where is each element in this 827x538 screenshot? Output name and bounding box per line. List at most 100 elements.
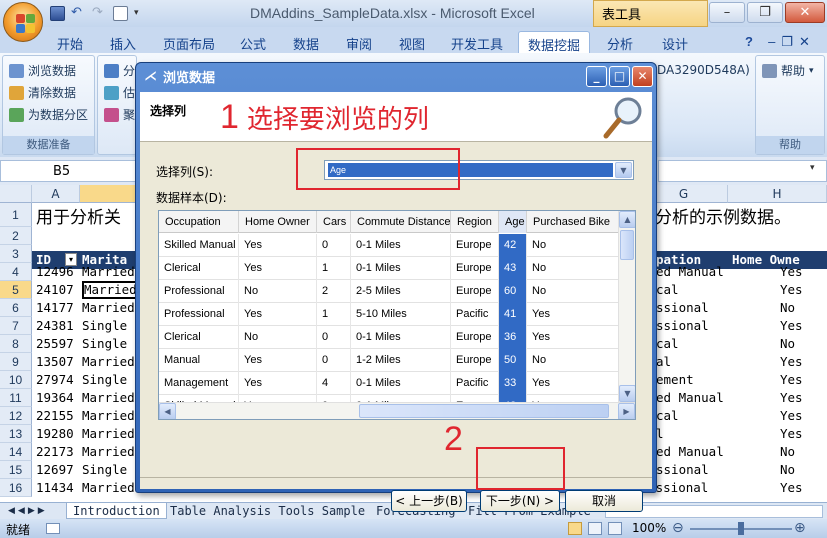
- help-icon[interactable]: ?: [740, 31, 758, 53]
- row-header[interactable]: 8: [0, 335, 32, 353]
- scroll-left-icon[interactable]: ◀: [159, 403, 176, 419]
- restore-button[interactable]: ❐: [747, 2, 783, 23]
- sample-column-header[interactable]: Occupation: [159, 211, 239, 233]
- vertical-scroll-thumb[interactable]: [620, 230, 634, 260]
- normal-view-icon[interactable]: [568, 522, 582, 535]
- cell-home-owner[interactable]: Yes: [780, 281, 820, 299]
- row-header[interactable]: 2: [0, 227, 32, 245]
- cell-home-owner[interactable]: No: [780, 335, 820, 353]
- cell-id[interactable]: 11434: [36, 479, 80, 497]
- cell-occupation[interactable]: l: [656, 425, 728, 443]
- cell-occupation[interactable]: ed Manual: [656, 263, 728, 281]
- cell-occupation[interactable]: cal: [656, 407, 728, 425]
- row-header[interactable]: 3: [0, 245, 32, 263]
- save-icon[interactable]: [50, 5, 65, 21]
- close-button[interactable]: ✕: [785, 2, 825, 23]
- tab-view[interactable]: 视图: [392, 31, 432, 53]
- scroll-up-icon[interactable]: ▲: [619, 211, 635, 228]
- tab-review[interactable]: 审阅: [339, 31, 379, 53]
- cell-occupation[interactable]: ssional: [656, 317, 728, 335]
- formula-input[interactable]: [658, 160, 827, 182]
- next-button[interactable]: 下一步(N) >: [480, 490, 560, 512]
- macro-record-icon[interactable]: [46, 523, 60, 534]
- cell-occupation[interactable]: ssional: [656, 461, 728, 479]
- cell-id[interactable]: 24107: [36, 281, 80, 299]
- zoom-out-icon[interactable]: ⊖: [672, 520, 684, 536]
- horizontal-scroll-thumb[interactable]: [359, 404, 609, 418]
- zoom-in-icon[interactable]: ⊕: [794, 520, 806, 536]
- dialog-maximize-button[interactable]: □: [609, 66, 630, 87]
- classify-button[interactable]: 分: [104, 62, 135, 79]
- undo-icon[interactable]: ↶: [71, 5, 86, 21]
- sheet-nav-arrows[interactable]: ◀◀▶▶: [2, 503, 54, 519]
- chevron-down-icon[interactable]: ▼: [615, 162, 632, 178]
- cell-home-owner[interactable]: Yes: [780, 353, 820, 371]
- sample-column-header[interactable]: Purchased Bike: [527, 211, 621, 233]
- estimate-button[interactable]: 估: [104, 84, 135, 101]
- cell-id[interactable]: 25597: [36, 335, 80, 353]
- zoom-level[interactable]: 100%: [632, 521, 666, 535]
- page-break-view-icon[interactable]: [608, 522, 622, 535]
- back-button[interactable]: < 上一步(B): [391, 490, 467, 512]
- cell-marital[interactable]: Married: [82, 425, 140, 443]
- dialog-close-button[interactable]: ✕: [632, 66, 653, 87]
- redo-icon[interactable]: ↷: [92, 5, 107, 21]
- cell-home-owner[interactable]: No: [780, 461, 820, 479]
- cell-marital[interactable]: Married: [82, 263, 140, 281]
- cell-id[interactable]: 27974: [36, 371, 80, 389]
- cell-home-owner[interactable]: No: [780, 443, 820, 461]
- tab-developer[interactable]: 开发工具: [445, 31, 509, 53]
- cell-home-owner[interactable]: Yes: [780, 479, 820, 497]
- sample-vertical-scrollbar[interactable]: ▲ ▼: [618, 211, 635, 402]
- cell-id[interactable]: 24381: [36, 317, 80, 335]
- tab-analyze[interactable]: 分析: [600, 31, 640, 53]
- row-header[interactable]: 6: [0, 299, 32, 317]
- cell-home-owner[interactable]: Yes: [780, 407, 820, 425]
- sample-column-header[interactable]: Home Owner: [239, 211, 317, 233]
- scroll-down-icon[interactable]: ▼: [619, 385, 635, 402]
- cell-marital[interactable]: Married: [82, 443, 140, 461]
- row-header[interactable]: 13: [0, 425, 32, 443]
- customize-qat-icon[interactable]: ▾: [134, 6, 149, 21]
- cell-home-owner[interactable]: Yes: [780, 371, 820, 389]
- row-header[interactable]: 10: [0, 371, 32, 389]
- cell-occupation[interactable]: ed Manual: [656, 443, 728, 461]
- cell-occupation[interactable]: ement: [656, 371, 728, 389]
- cell-marital[interactable]: Married: [82, 299, 140, 317]
- row-header[interactable]: 15: [0, 461, 32, 479]
- row-header[interactable]: 11: [0, 389, 32, 407]
- expand-formula-icon[interactable]: ▾: [810, 163, 815, 173]
- cell-id[interactable]: 19364: [36, 389, 80, 407]
- cell-home-owner[interactable]: Yes: [780, 389, 820, 407]
- row-header[interactable]: 14: [0, 443, 32, 461]
- explore-data-button[interactable]: 浏览数据: [9, 62, 76, 79]
- tab-page-layout[interactable]: 页面布局: [158, 31, 220, 53]
- select-all-corner[interactable]: [0, 185, 32, 203]
- clean-data-button[interactable]: 清除数据: [9, 84, 76, 101]
- cell-id[interactable]: 22173: [36, 443, 80, 461]
- office-button[interactable]: [3, 2, 43, 42]
- cell-marital[interactable]: Single: [82, 335, 140, 353]
- cell-id[interactable]: 12496: [36, 263, 80, 281]
- row-header[interactable]: 4: [0, 263, 32, 281]
- cell-id[interactable]: 22155: [36, 407, 80, 425]
- row-header[interactable]: 7: [0, 317, 32, 335]
- cell-marital[interactable]: Married: [82, 281, 140, 299]
- cell-id[interactable]: 19280: [36, 425, 80, 443]
- tab-home[interactable]: 开始: [50, 31, 90, 53]
- cell-id[interactable]: 12697: [36, 461, 80, 479]
- ribbon-window-controls[interactable]: –❐✕: [762, 31, 822, 53]
- sample-column-header[interactable]: Region: [451, 211, 499, 233]
- minimize-button[interactable]: –: [709, 2, 745, 23]
- cell-marital[interactable]: Single: [82, 317, 140, 335]
- cell-occupation[interactable]: cal: [656, 281, 728, 299]
- cluster-button[interactable]: 聚: [104, 106, 135, 123]
- dialog-minimize-button[interactable]: _: [586, 66, 607, 87]
- column-header-b[interactable]: [80, 185, 140, 203]
- cell-id[interactable]: 14177: [36, 299, 80, 317]
- cell-marital[interactable]: Married: [82, 479, 140, 497]
- cell-home-owner[interactable]: Yes: [780, 263, 820, 281]
- zoom-slider-thumb[interactable]: [738, 522, 744, 535]
- page-layout-view-icon[interactable]: [588, 522, 602, 535]
- row-header[interactable]: 1: [0, 203, 32, 227]
